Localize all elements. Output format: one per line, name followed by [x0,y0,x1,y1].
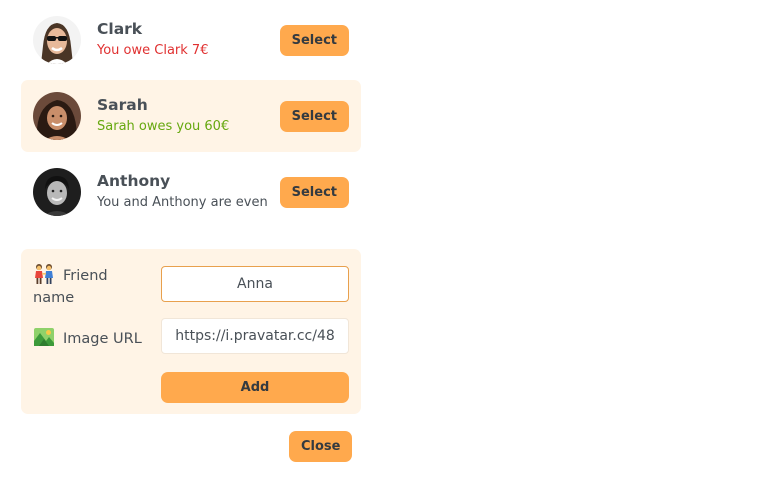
friend-balance: You and Anthony are even [97,195,268,210]
friend-name: Clark [97,20,143,38]
close-button[interactable]: Close [289,431,353,462]
avatar-anthony [33,168,81,216]
people-holding-hands-icon [33,263,55,285]
friend-name-input[interactable] [161,266,349,302]
friend-name: Anthony [97,172,171,190]
select-button-clark[interactable]: Select [279,25,349,56]
friend-balance: Sarah owes you 60€ [97,119,230,134]
friend-item-anthony: Anthony You and Anthony are even Select [21,156,361,228]
add-button[interactable]: Add [161,372,349,403]
image-url-label-text: Image URL [63,331,142,347]
image-url-label: Image URL [33,326,142,350]
avatar-clark [33,16,81,64]
friend-balance: You owe Clark 7€ [97,43,209,58]
select-button-sarah[interactable]: Select [279,101,349,132]
friend-item-sarah: Sarah Sarah owes you 60€ Select [21,80,361,152]
friend-item-clark: Clark You owe Clark 7€ Select [21,4,361,76]
friends-list: Clark You owe Clark 7€ Select Sarah Sara… [21,4,361,232]
select-button-anthony[interactable]: Select [279,177,349,208]
avatar-sarah [33,92,81,140]
landscape-image-icon [33,326,55,348]
friend-name: Sarah [97,96,148,114]
image-url-input[interactable] [161,318,349,354]
friend-name-label: Friend name [33,263,153,309]
add-friend-form: Friend name Image URL Add [21,249,361,414]
